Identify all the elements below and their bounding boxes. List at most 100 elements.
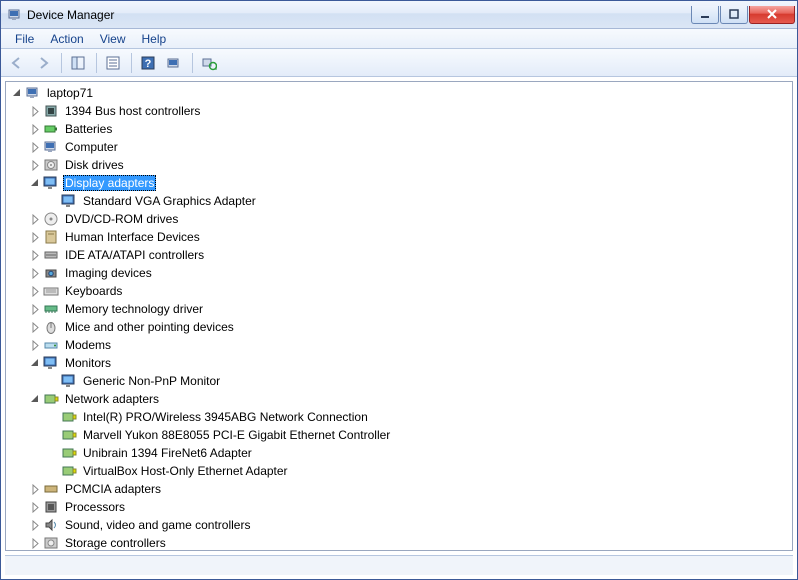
monitor-icon [61,373,77,389]
expand-icon[interactable] [28,230,43,245]
tree-node-cpu[interactable]: Processors [8,498,792,516]
tree-node-net[interactable]: Network adapters [8,390,792,408]
back-button[interactable] [5,51,29,75]
scan-hardware-button[interactable] [162,51,186,75]
maximize-button[interactable] [720,6,748,24]
tree-node-monitors[interactable]: Monitors [8,354,792,372]
expand-icon[interactable] [28,482,43,497]
tree-node-display[interactable]: Display adapters [8,174,792,192]
expand-icon[interactable] [28,302,43,317]
tree-node-net-child[interactable]: Unibrain 1394 FireNet6 Adapter [8,444,792,462]
properties-button[interactable] [101,51,125,75]
forward-button[interactable] [31,51,55,75]
hid-icon [43,229,59,245]
tree-node-ide[interactable]: IDE ATA/ATAPI controllers [8,246,792,264]
expand-icon[interactable] [28,140,43,155]
collapse-icon[interactable] [28,176,43,191]
expand-icon[interactable] [28,320,43,335]
expand-icon[interactable] [28,104,43,119]
tree-label: Keyboards [63,283,124,299]
tree-label: Batteries [63,121,114,137]
tree-label: Processors [63,499,127,515]
expand-icon[interactable] [28,284,43,299]
close-button[interactable] [749,6,795,24]
menu-help[interactable]: Help [134,30,175,48]
tree-node-storage[interactable]: Storage controllers [8,534,792,550]
tree-node-pcmcia[interactable]: PCMCIA adapters [8,480,792,498]
collapse-icon[interactable] [28,356,43,371]
storage-icon [43,535,59,550]
tree-node-dvd[interactable]: DVD/CD-ROM drives [8,210,792,228]
tree-label: Marvell Yukon 88E8055 PCI-E Gigabit Ethe… [81,427,392,443]
menu-file[interactable]: File [7,30,42,48]
mouse-icon [43,319,59,335]
tree-node-disk[interactable]: Disk drives [8,156,792,174]
tree-label: Storage controllers [63,535,168,550]
tree-node-comp[interactable]: Computer [8,138,792,156]
expand-icon[interactable] [28,212,43,227]
tree-label: Standard VGA Graphics Adapter [81,193,258,209]
menu-action[interactable]: Action [42,30,91,48]
statusbar [5,555,793,575]
tree-node-monitors-child[interactable]: Generic Non-PnP Monitor [8,372,792,390]
tree-label: Display adapters [63,175,156,191]
app-icon [7,7,23,23]
tree-node-net-child[interactable]: Intel(R) PRO/Wireless 3945ABG Network Co… [8,408,792,426]
tree-node-sound[interactable]: Sound, video and game controllers [8,516,792,534]
nic-icon [43,391,59,407]
titlebar[interactable]: Device Manager [1,1,797,29]
tree-label: Sound, video and game controllers [63,517,252,533]
minimize-button[interactable] [691,6,719,24]
memory-icon [43,301,59,317]
display-icon [61,193,77,209]
window-title: Device Manager [27,8,114,22]
collapse-icon[interactable] [28,392,43,407]
expand-icon[interactable] [28,122,43,137]
dvd-icon [43,211,59,227]
expand-icon[interactable] [28,500,43,515]
display-icon [43,175,59,191]
tree-node-mice[interactable]: Mice and other pointing devices [8,318,792,336]
keyboard-icon [43,283,59,299]
tree-node-imaging[interactable]: Imaging devices [8,264,792,282]
tree-label: IDE ATA/ATAPI controllers [63,247,206,263]
expander-spacer [46,464,61,479]
expand-icon[interactable] [28,536,43,551]
expand-icon[interactable] [28,158,43,173]
device-tree[interactable]: laptop711394 Bus host controllers Batteri… [6,82,792,550]
expander-spacer [46,374,61,389]
show-hide-tree-button[interactable] [66,51,90,75]
tree-label: 1394 Bus host controllers [63,103,202,119]
expand-icon[interactable] [28,266,43,281]
help-button[interactable]: ? [136,51,160,75]
device-manager-window: Device Manager File Action View Help [0,0,798,580]
tree-node-root[interactable]: laptop71 [8,84,792,102]
tree-label: Disk drives [63,157,126,173]
expand-icon[interactable] [28,518,43,533]
tree-node-modems[interactable]: Modems [8,336,792,354]
monitor-icon [43,355,59,371]
tree-node-1394[interactable]: 1394 Bus host controllers [8,102,792,120]
tree-node-batt[interactable]: Batteries [8,120,792,138]
expand-icon[interactable] [28,338,43,353]
scan-for-changes-button[interactable] [197,51,221,75]
toolbar: ? [1,49,797,77]
tree-node-keyb[interactable]: Keyboards [8,282,792,300]
expand-icon[interactable] [28,248,43,263]
tree-node-hid[interactable]: Human Interface Devices [8,228,792,246]
tree-node-net-child[interactable]: VirtualBox Host-Only Ethernet Adapter [8,462,792,480]
tree-label: Human Interface Devices [63,229,202,245]
tree-node-display-child[interactable]: Standard VGA Graphics Adapter [8,192,792,210]
tree-label: Generic Non-PnP Monitor [81,373,222,389]
tree-label: Unibrain 1394 FireNet6 Adapter [81,445,254,461]
tree-label: VirtualBox Host-Only Ethernet Adapter [81,463,290,479]
tree-label: DVD/CD-ROM drives [63,211,180,227]
pcmcia-icon [43,481,59,497]
menu-view[interactable]: View [92,30,134,48]
computer-icon [25,85,41,101]
collapse-icon[interactable] [10,86,25,101]
tree-node-memt[interactable]: Memory technology driver [8,300,792,318]
tree-node-net-child[interactable]: Marvell Yukon 88E8055 PCI-E Gigabit Ethe… [8,426,792,444]
expander-spacer [46,428,61,443]
modem-icon [43,337,59,353]
